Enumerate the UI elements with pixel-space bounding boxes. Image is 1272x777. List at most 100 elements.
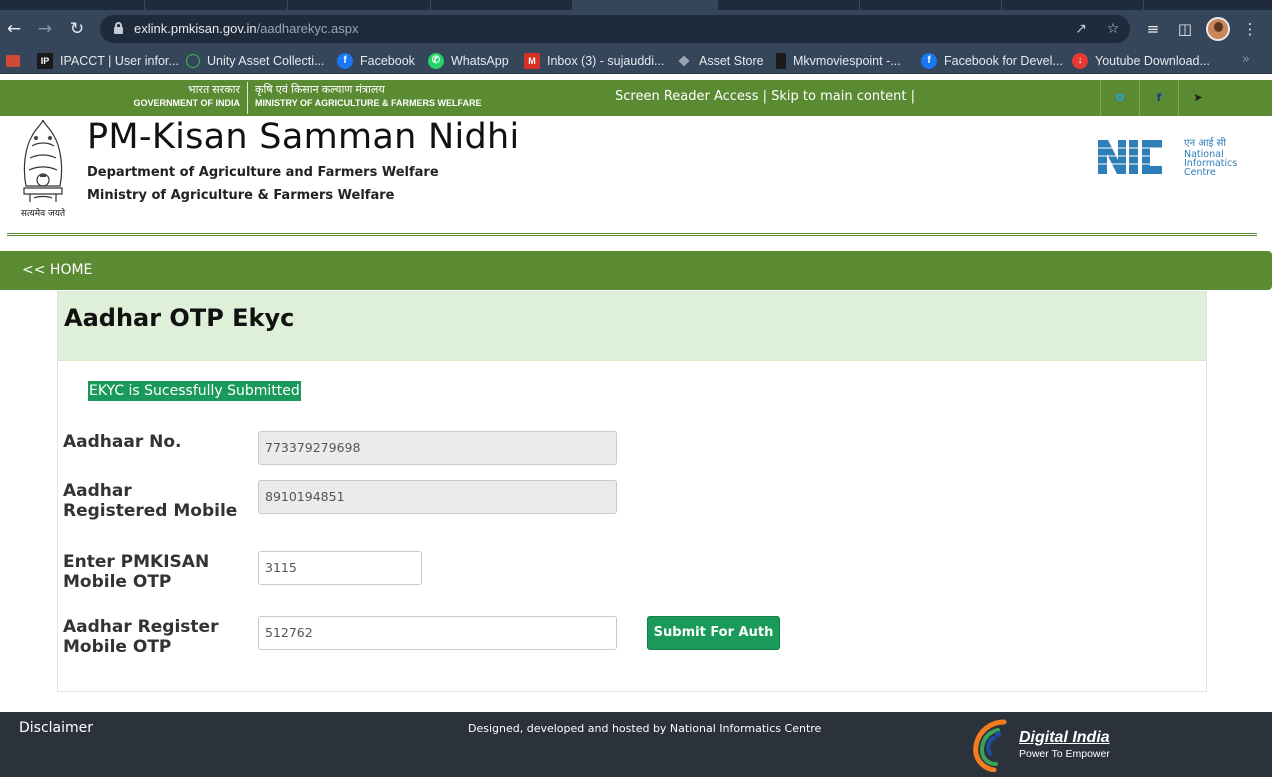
home-link[interactable]: << HOME	[22, 262, 92, 278]
reload-icon[interactable]: ↻	[67, 19, 87, 39]
mkv-icon	[776, 53, 786, 69]
site-title: PM-Kisan Samman Nidhi	[87, 117, 520, 157]
emblem-caption: सत्यमेव जयते	[21, 207, 66, 219]
bookmark-label: Asset Store	[699, 54, 764, 68]
bookmark-item[interactable]: f Facebook for Devel...	[921, 52, 1063, 70]
ministry-link[interactable]: कृषि एवं किसान कल्याण मंत्रालय MINISTRY …	[255, 84, 482, 109]
lock-icon[interactable]	[114, 22, 123, 34]
facebook-icon: f	[921, 53, 937, 69]
chevron-double-right-icon[interactable]: »	[1242, 52, 1250, 67]
url-text[interactable]: exlink.pmkisan.gov.in/aadharekyc.aspx	[134, 21, 359, 36]
browser-tab[interactable]	[145, 0, 288, 10]
browser-tab[interactable]	[718, 0, 860, 10]
pmkisan-otp-label: Enter PMKISAN Mobile OTP	[63, 552, 209, 592]
submit-for-auth-button[interactable]: Submit For Auth	[647, 616, 780, 650]
apps-icon[interactable]	[6, 52, 27, 70]
aadhaar-no-label: Aadhaar No.	[63, 432, 182, 452]
nic-logo: एन आई सी National Informatics Centre	[1098, 137, 1237, 178]
nic-line3: Centre	[1184, 167, 1216, 178]
national-emblem-logo: सत्यमेव जयते	[21, 119, 66, 219]
gmail-icon: M	[524, 53, 540, 69]
success-message: EKYC is Sucessfully Submitted	[88, 381, 301, 401]
department-name: Department of Agriculture and Farmers We…	[87, 165, 439, 180]
address-bar[interactable]: exlink.pmkisan.gov.in/aadharekyc.aspx ↗ …	[100, 15, 1130, 43]
bookmark-label: Facebook for Devel...	[944, 54, 1063, 68]
ipacct-icon: IP	[37, 53, 53, 69]
url-path: /aadharekyc.aspx	[256, 21, 359, 36]
registered-mobile-field[interactable]: 8910194851	[258, 480, 617, 514]
reading-list-icon[interactable]: ≡	[1143, 19, 1163, 39]
bookmark-label: Inbox (3) - sujauddi...	[547, 54, 665, 68]
header-divider	[7, 233, 1257, 236]
gov-header-bar: भारत सरकार GOVERNMENT OF INDIA कृषि एवं …	[0, 80, 1272, 116]
bookmark-item[interactable]: ↓ Youtube Download...	[1072, 52, 1210, 70]
nic-hindi: एन आई सी	[1184, 137, 1226, 149]
browser-tab[interactable]	[1002, 0, 1144, 10]
registered-mobile-label: Aadhar Registered Mobile	[63, 481, 237, 521]
digital-india-title: Digital India	[1019, 729, 1110, 746]
share-icon[interactable]: ↗	[1072, 20, 1090, 38]
skip-to-content-link[interactable]: Skip to main content	[771, 89, 906, 104]
label-line: Registered Mobile	[63, 501, 238, 521]
bookmarks-bar: IP IPACCT | User infor... Unity Asset Col…	[0, 48, 1272, 74]
government-of-india[interactable]: भारत सरकार GOVERNMENT OF INDIA	[100, 84, 240, 109]
browser-toolbar: ← → ↻ exlink.pmkisan.gov.in/aadharekyc.a…	[0, 10, 1272, 48]
side-panel-icon[interactable]: ◫	[1175, 19, 1195, 39]
digital-india-tagline: Power To Empower	[1019, 748, 1110, 760]
screen-reader-link[interactable]: Screen Reader Access	[615, 89, 758, 104]
separator: |	[762, 89, 768, 104]
menu-kebab-icon[interactable]: ⋮	[1240, 19, 1260, 39]
pmkisan-otp-input[interactable]: 3115	[258, 551, 422, 585]
browser-tab[interactable]	[288, 0, 431, 10]
forward-arrow-icon[interactable]: →	[35, 19, 55, 39]
profile-avatar[interactable]	[1206, 17, 1230, 41]
bookmark-label: WhatsApp	[451, 54, 509, 68]
unity-asset-store-icon: ❖	[677, 53, 691, 69]
whatsapp-icon: ✆	[428, 53, 444, 69]
footer: Disclaimer Designed, developed and hoste…	[0, 712, 1272, 777]
ministry-name: Ministry of Agriculture & Farmers Welfar…	[87, 188, 395, 203]
bookmark-label: Youtube Download...	[1095, 54, 1210, 68]
bookmark-item[interactable]: Mkvmoviespoint -...	[776, 52, 901, 70]
browser-tab[interactable]	[0, 0, 145, 10]
back-arrow-icon[interactable]: ←	[4, 19, 24, 39]
divider	[247, 82, 248, 114]
facebook-icon[interactable]: f	[1139, 80, 1178, 116]
digital-india-logo[interactable]: Digital India Power To Empower	[968, 718, 1118, 772]
bookmark-item[interactable]: IP IPACCT | User infor...	[37, 52, 179, 70]
ministry-english: MINISTRY OF AGRICULTURE & FARMERS WELFAR…	[255, 98, 482, 108]
bookmark-label: Facebook	[360, 54, 415, 68]
gov-hindi: भारत सरकार	[187, 84, 240, 96]
aadhar-otp-label: Aadhar Register Mobile OTP	[63, 617, 218, 657]
ekyc-panel: Aadhar OTP Ekyc EKYC is Sucessfully Subm…	[57, 291, 1207, 692]
label-line: Enter PMKISAN	[63, 552, 210, 572]
digital-india-mark-icon	[973, 719, 1007, 772]
download-icon: ↓	[1072, 53, 1088, 69]
browser-tab-active[interactable]	[573, 0, 718, 10]
bookmark-item[interactable]: f Facebook	[337, 52, 415, 70]
label-line: Mobile OTP	[63, 637, 172, 657]
separator: |	[910, 89, 916, 104]
twitter-icon[interactable]: ✿	[1100, 80, 1139, 116]
aadhaar-no-field[interactable]: 773379279698	[258, 431, 617, 465]
panel-header: Aadhar OTP Ekyc	[58, 292, 1206, 361]
aadhar-otp-input[interactable]: 512762	[258, 616, 617, 650]
nav-bar: << HOME	[0, 251, 1272, 290]
disclaimer-link[interactable]: Disclaimer	[19, 720, 93, 736]
login-icon[interactable]: ➤	[1178, 80, 1217, 116]
bookmark-item[interactable]: M Inbox (3) - sujauddi...	[524, 52, 664, 70]
footer-credit: Designed, developed and hosted by Nation…	[468, 722, 822, 735]
ministry-hindi: कृषि एवं किसान कल्याण मंत्रालय	[255, 84, 385, 96]
star-icon[interactable]: ☆	[1104, 20, 1122, 38]
label-line: Aadhar	[63, 481, 132, 501]
bookmark-label: Unity Asset Collecti...	[207, 54, 325, 68]
browser-tab[interactable]	[860, 0, 1002, 10]
browser-tab-strip	[0, 0, 1272, 10]
label-line: Mobile OTP	[63, 572, 172, 592]
bookmark-item[interactable]: Unity Asset Collecti...	[186, 52, 324, 70]
bookmark-label: Mkvmoviespoint -...	[793, 54, 901, 68]
browser-tab[interactable]	[431, 0, 573, 10]
bookmark-item[interactable]: ❖ Asset Store	[676, 52, 764, 70]
bookmark-item[interactable]: ✆ WhatsApp	[428, 52, 509, 70]
page-title: Aadhar OTP Ekyc	[64, 304, 295, 332]
